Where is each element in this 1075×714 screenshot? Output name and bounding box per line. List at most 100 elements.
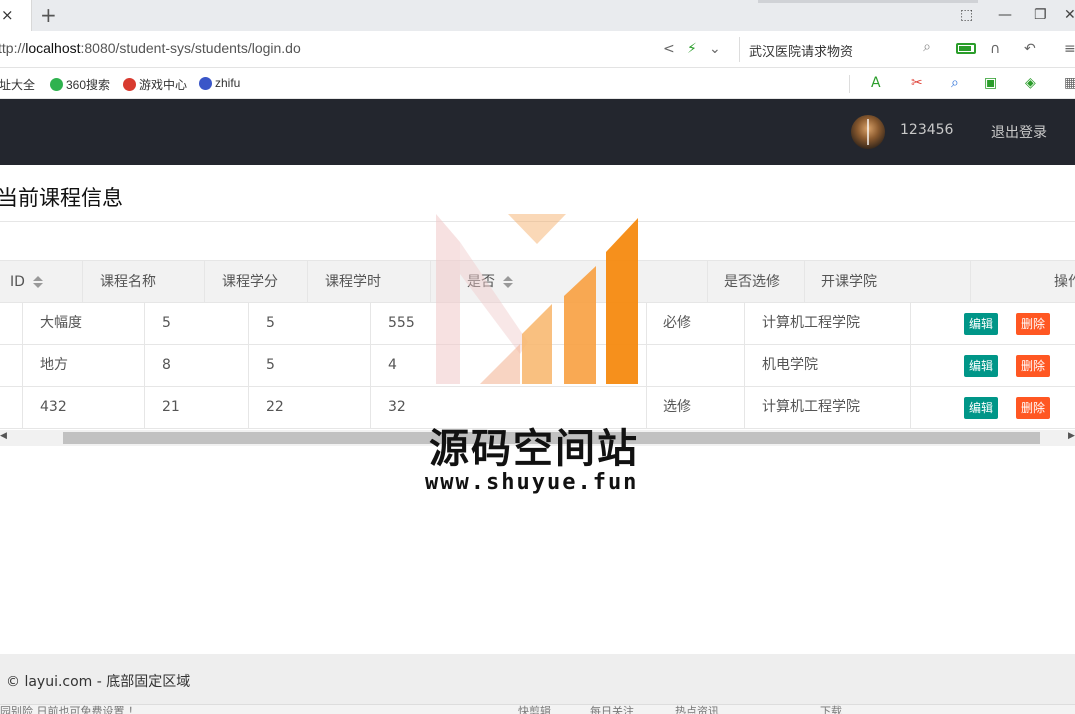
search-360-icon — [50, 78, 63, 91]
bookmark-zhifu[interactable]: zhifu — [199, 76, 240, 90]
zhifu-icon — [199, 76, 212, 90]
bookmark-label: zhifu — [215, 76, 241, 90]
search-input[interactable]: 武汉医院请求物资 — [749, 41, 853, 60]
bookmark-label: 址大全 — [0, 78, 36, 92]
toolbar-divider — [849, 75, 850, 93]
headphones-icon[interactable]: ∩ — [990, 40, 1000, 58]
cell-checkbox — [0, 345, 22, 386]
table-row: 大幅度 5 5 555 必修 计算机工程学院 编辑 删除 — [0, 303, 1075, 345]
cell-college: 机电学院 — [744, 345, 910, 386]
edit-button[interactable]: 编辑 — [964, 355, 999, 377]
cell-credit: 21 — [144, 387, 248, 428]
cell-course-name: 地方 — [22, 345, 144, 386]
status-item-download[interactable]: 下载 — [820, 706, 842, 714]
tab-strip-edge — [758, 0, 978, 3]
column-header-hours: 课程学时 — [307, 261, 430, 303]
url-host: localhost — [25, 40, 81, 56]
status-item-news[interactable]: 热点资讯 — [675, 706, 719, 714]
column-header-id[interactable]: ID — [0, 261, 82, 303]
column-header-credit: 课程学分 — [204, 261, 307, 303]
logo-triangle — [508, 214, 566, 244]
magnifier-icon[interactable]: ⌕ — [951, 75, 959, 92]
cell-course-name: 432 — [22, 387, 144, 428]
edit-button[interactable]: 编辑 — [964, 397, 999, 419]
bookmarks-bar: 址大全 360搜索 游戏中心 zhifu A ✂ ⌕ ▣ ◈ ▦ — [0, 69, 1075, 99]
table-row: 地方 8 5 4 机电学院 编辑 删除 — [0, 345, 1075, 387]
status-item-daily[interactable]: 每日关注 — [590, 706, 634, 714]
cell-hours: 4 — [370, 345, 646, 386]
bookmark-games[interactable]: 游戏中心 — [123, 76, 187, 93]
url-path: :8080/student-sys/students/login.do — [80, 40, 301, 56]
avatar[interactable] — [851, 115, 885, 149]
bookmark-sites[interactable]: 址大全 — [0, 76, 35, 93]
watermark-title: 源码空间站 — [429, 426, 639, 472]
close-window-icon[interactable]: ✕ — [1064, 6, 1075, 24]
delete-button[interactable]: 删除 — [1016, 355, 1051, 377]
minimize-icon[interactable]: — — [998, 6, 1012, 24]
watermark-url: www.shuyue.fun — [425, 470, 639, 495]
cell-checkbox — [0, 303, 22, 344]
course-table: ID 课程名称 课程学分 课程学时 是否 是否选修 开课学院 操作 大幅度 5 … — [0, 260, 1075, 430]
cell-checkbox — [0, 387, 22, 428]
page-title: 当前课程信息 — [0, 186, 123, 210]
tab-close-icon[interactable]: × — [1, 7, 14, 23]
lightning-icon[interactable]: ⚡ — [687, 40, 697, 58]
url-field[interactable]: ttp://localhost:8080/student-sys/student… — [0, 40, 301, 56]
new-tab-icon[interactable]: + — [40, 4, 57, 26]
sort-icon[interactable] — [503, 275, 513, 289]
footer-text: © layui.com - 底部固定区域 — [6, 674, 191, 690]
browser-tab[interactable]: × — [0, 0, 32, 31]
app-header: 123456 退出登录 — [0, 99, 1075, 165]
status-item-clip[interactable]: 快剪辑 — [518, 706, 551, 714]
cell-college: 计算机工程学院 — [744, 303, 910, 344]
cell-hours: 555 — [370, 303, 646, 344]
header-label: 课程学时 — [325, 274, 381, 290]
cell-course-name: 大幅度 — [22, 303, 144, 344]
restore-icon[interactable]: ❐ — [1034, 6, 1047, 24]
bookmark-360[interactable]: 360搜索 — [50, 76, 110, 93]
chevron-down-icon[interactable]: ⌄ — [709, 40, 721, 58]
cell-required: 选修 — [646, 387, 744, 428]
sort-icon[interactable] — [32, 275, 43, 289]
logout-link[interactable]: 退出登录 — [991, 122, 1047, 142]
translate-icon[interactable]: A — [871, 75, 881, 92]
gamepad-icon[interactable]: ▣ — [984, 75, 997, 92]
status-message: 园别险 日前也可免费设置 ！ — [0, 705, 139, 714]
table-header: ID 课程名称 课程学分 课程学时 是否 是否选修 开课学院 操作 — [0, 260, 1075, 303]
share-icon[interactable]: < — [663, 40, 675, 58]
cell-required — [646, 345, 744, 386]
scroll-left-icon[interactable]: ◀ — [0, 431, 7, 441]
header-label: 开课学院 — [821, 274, 877, 290]
header-label: 课程学分 — [222, 274, 278, 290]
username-label[interactable]: 123456 — [900, 122, 953, 138]
menu-icon[interactable]: ≡ — [1064, 40, 1075, 58]
column-header-actions: 操作 — [970, 261, 1075, 303]
cell-actions: 编辑 删除 — [910, 345, 1075, 386]
header-label: 是否选修 — [724, 274, 780, 290]
header-label: 课程名称 — [100, 274, 156, 290]
scissors-icon[interactable]: ✂ — [911, 75, 923, 92]
undo-icon[interactable]: ↶ — [1024, 40, 1036, 58]
grid-icon[interactable]: ▦ — [1064, 75, 1075, 92]
cell-credit-2: 5 — [248, 345, 370, 386]
delete-button[interactable]: 删除 — [1016, 313, 1051, 335]
shirt-skin-icon[interactable]: ⬚ — [960, 6, 973, 24]
search-box[interactable]: 武汉医院请求物资 ⌕ — [739, 37, 939, 62]
shield-icon[interactable]: ◈ — [1025, 75, 1036, 92]
cell-credit: 5 — [144, 303, 248, 344]
column-header-elective: 是否选修 — [707, 261, 804, 303]
header-label: 是否 — [467, 274, 495, 290]
scroll-right-icon[interactable]: ▶ — [1068, 431, 1075, 441]
bookmark-label: 360搜索 — [66, 78, 111, 92]
browser-tab-bar: × + ⬚ — ❐ ✕ — [0, 0, 1075, 31]
cell-credit-2: 22 — [248, 387, 370, 428]
delete-button[interactable]: 删除 — [1016, 397, 1051, 419]
edit-button[interactable]: 编辑 — [964, 313, 999, 335]
app-footer: © layui.com - 底部固定区域 — [0, 654, 1075, 704]
bookmark-label: 游戏中心 — [139, 78, 188, 92]
column-header-required[interactable]: 是否 — [430, 261, 707, 303]
battery-icon[interactable] — [956, 43, 976, 54]
header-label: ID — [10, 274, 25, 290]
cell-required: 必修 — [646, 303, 744, 344]
search-icon[interactable]: ⌕ — [923, 39, 931, 55]
